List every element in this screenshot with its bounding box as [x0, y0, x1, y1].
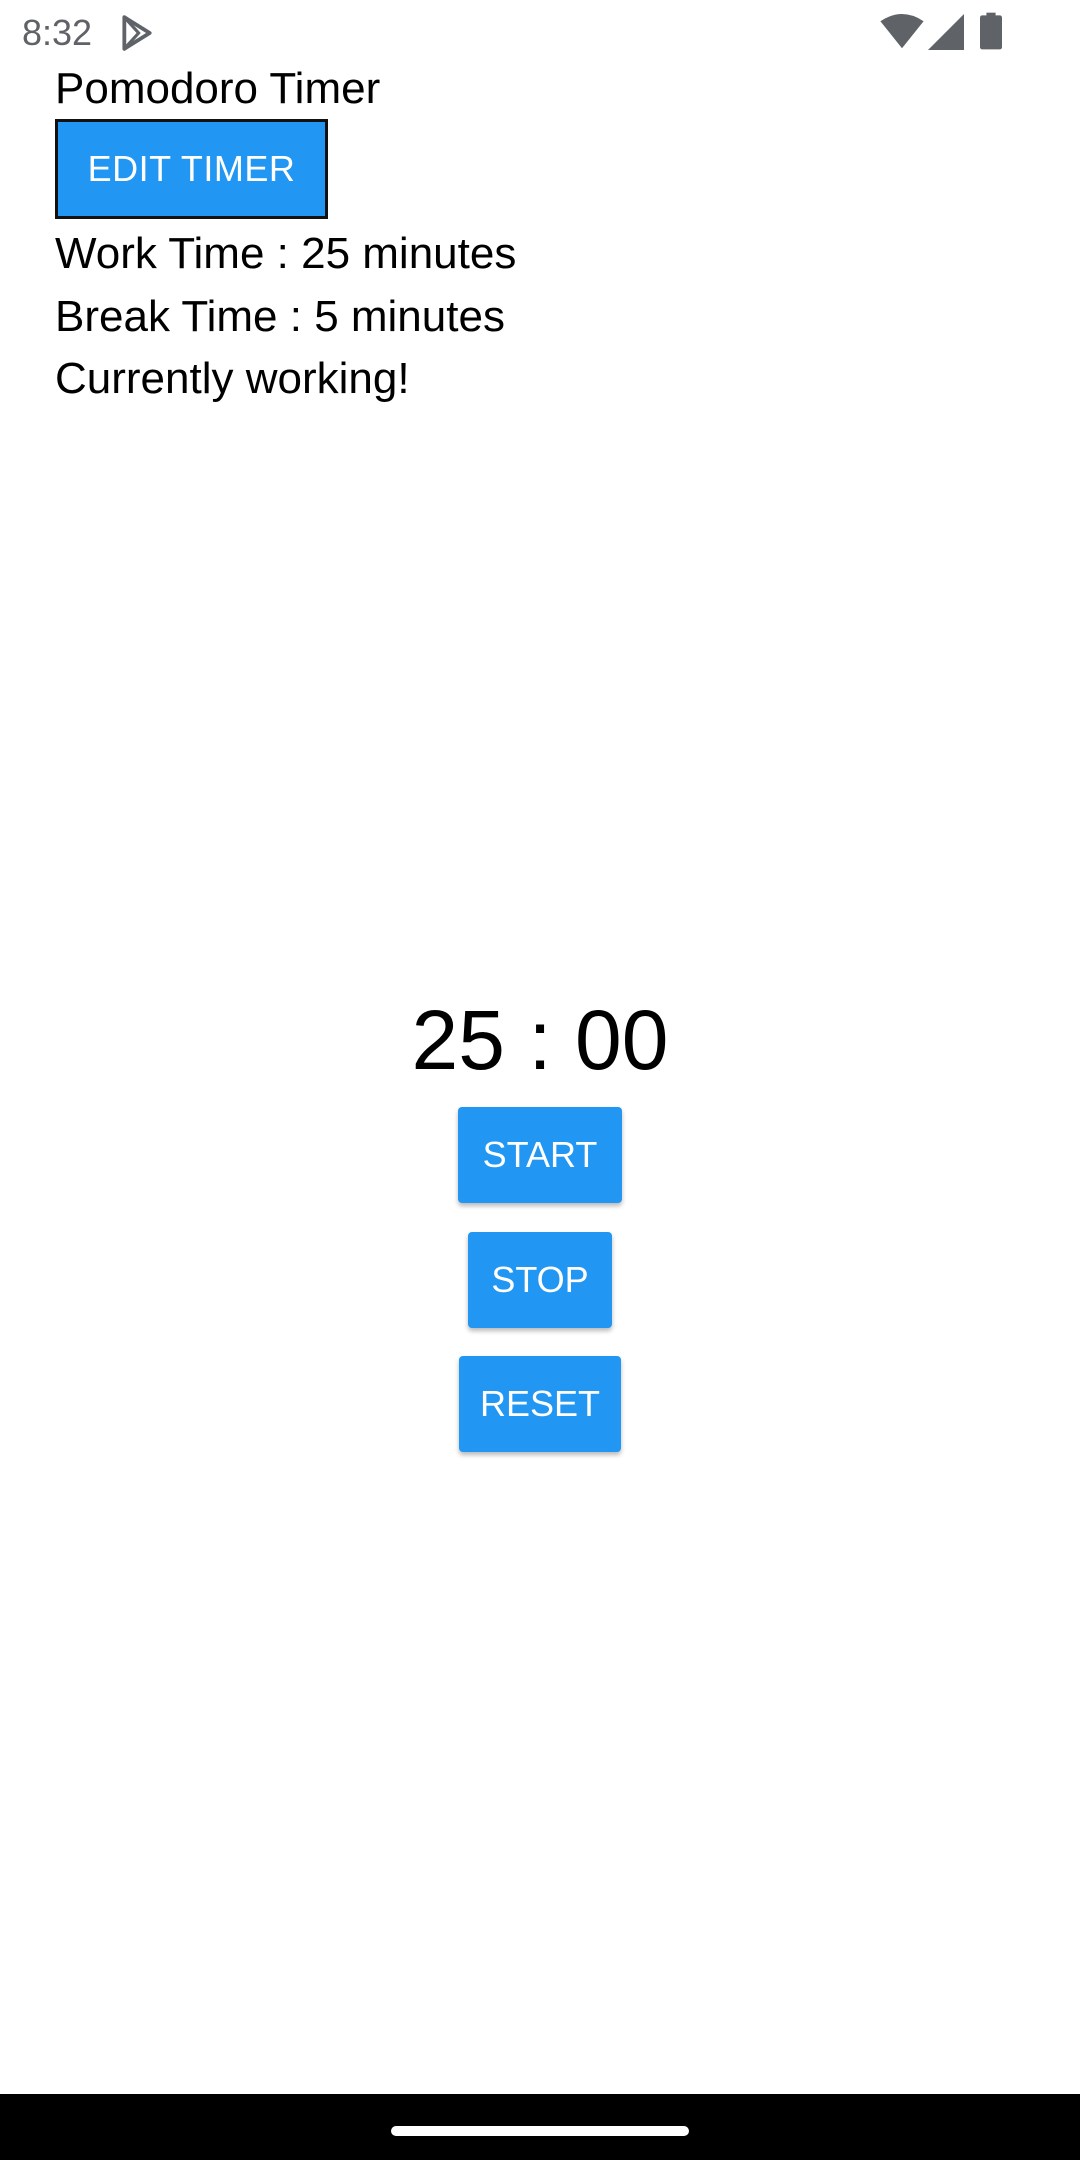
play-store-icon [122, 15, 152, 51]
battery-icon [980, 12, 1002, 50]
status-time: 8:32 [22, 12, 93, 53]
timer-display: 25 : 00 [411, 993, 669, 1087]
status-bar: 8:32 [0, 0, 1080, 66]
break-time-text: Break Time : 5 minutes [55, 292, 505, 341]
home-handle[interactable] [391, 2126, 689, 2136]
start-button[interactable]: START [458, 1107, 622, 1203]
page-title: Pomodoro Timer [55, 64, 381, 113]
signal-icon [928, 14, 964, 50]
reset-button[interactable]: RESET [459, 1356, 621, 1452]
edit-timer-button[interactable]: EDIT TIMER [55, 119, 328, 219]
timer-status-text: Currently working! [55, 354, 410, 403]
wifi-icon [880, 14, 924, 49]
stop-button[interactable]: STOP [468, 1232, 612, 1328]
work-time-text: Work Time : 25 minutes [55, 229, 517, 278]
app-screen: 8:32 Pomodoro Timer EDIT TIMER Work Time… [0, 0, 1080, 2160]
